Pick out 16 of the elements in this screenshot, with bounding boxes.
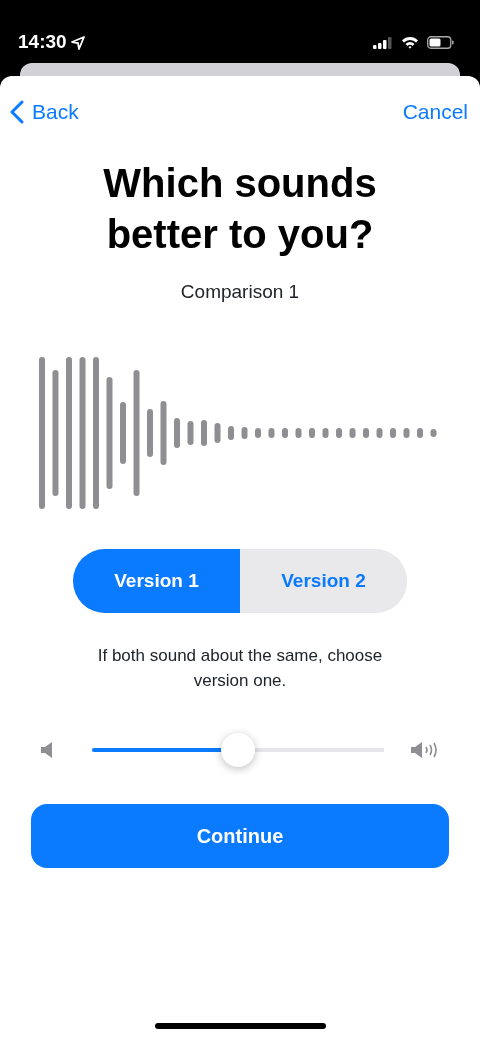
slider-thumb[interactable]	[221, 732, 255, 767]
volume-low-icon	[40, 740, 54, 759]
continue-button[interactable]: Continue	[31, 803, 449, 868]
segment-tab[interactable]: Version 1	[73, 548, 240, 613]
hint-text: If both sound about the same, choose version one.	[96, 644, 384, 693]
wifi-icon	[401, 36, 419, 49]
title: Which sounds better to you?	[102, 160, 378, 259]
subtitle: Comparison 1	[179, 280, 301, 305]
battery-icon	[427, 36, 454, 49]
back-button[interactable]: Back	[10, 96, 79, 128]
volume-high-icon	[410, 739, 440, 760]
chevron-left-icon	[10, 99, 24, 124]
cancel-button[interactable]: Cancel	[402, 96, 468, 128]
signal-icon	[373, 36, 393, 49]
location-arrow-icon	[70, 35, 85, 50]
status-time: 14:30	[18, 30, 67, 55]
